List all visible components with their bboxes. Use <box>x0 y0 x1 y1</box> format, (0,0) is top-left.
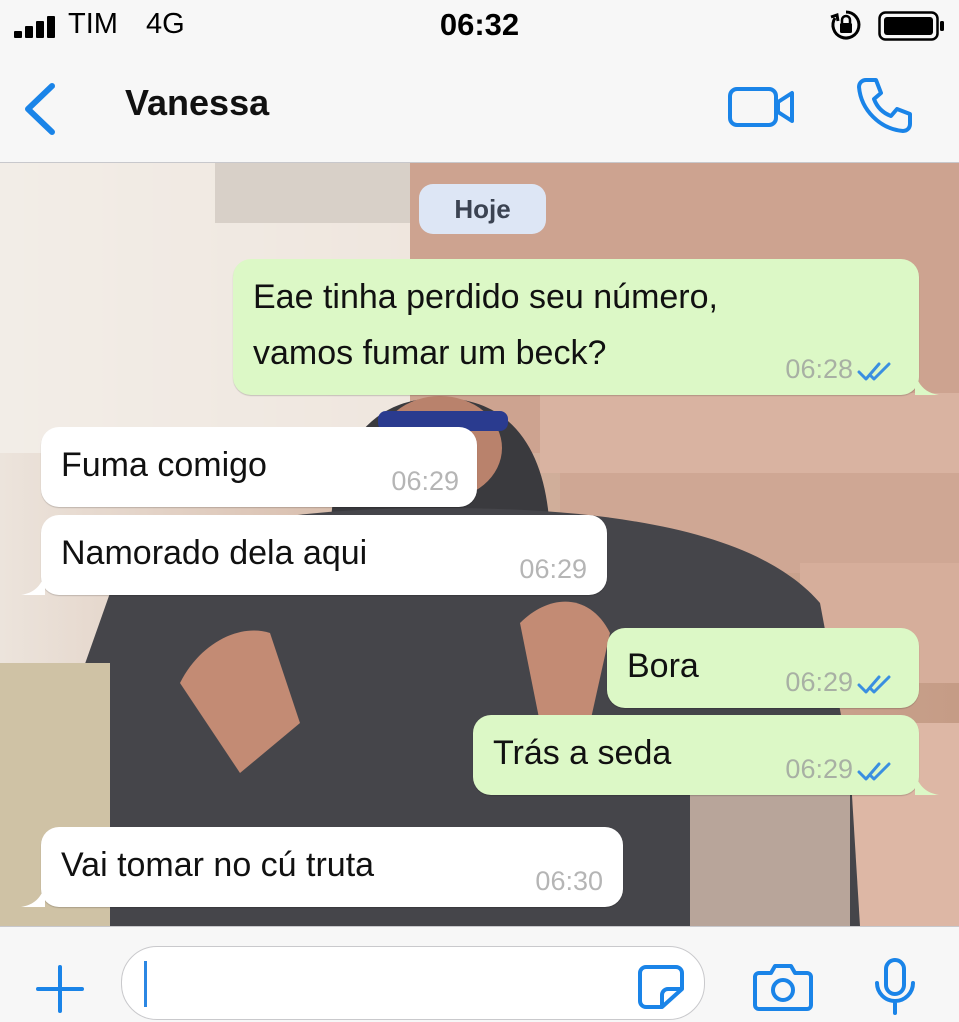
chevron-left-icon[interactable] <box>14 78 64 140</box>
message-time: 06:29 <box>785 667 853 697</box>
bubble-tail <box>915 773 939 795</box>
orientation-lock-icon <box>830 10 861 40</box>
outgoing-message[interactable]: Eae tinha perdido seu número, vamos fuma… <box>233 259 939 395</box>
message-time: 06:29 <box>519 554 587 584</box>
message-input[interactable] <box>121 946 705 1020</box>
message-text: Trás a seda <box>493 734 672 772</box>
microphone-icon[interactable] <box>870 957 920 1017</box>
sticker-icon[interactable] <box>636 963 686 1011</box>
message-line: vamos fumar um beck? <box>253 334 607 372</box>
message-time: 06:30 <box>535 866 603 896</box>
phone-icon[interactable] <box>852 74 916 138</box>
bubble-tail <box>21 573 45 595</box>
contact-name[interactable]: Vanessa <box>125 82 269 124</box>
plus-icon[interactable] <box>34 963 86 1015</box>
incoming-message[interactable]: Vai tomar no cú truta 06:30 <box>21 827 623 907</box>
video-call-icon[interactable] <box>726 84 798 130</box>
date-separator: Hoje <box>419 184 546 234</box>
read-receipt-icon <box>857 675 891 694</box>
chat-header: Vanessa <box>0 50 959 163</box>
message-text: Eae tinha perdido seu número, vamos fuma… <box>253 269 718 381</box>
message-text: Vai tomar no cú truta <box>61 846 375 884</box>
message-meta: 06:29 <box>785 754 895 785</box>
message-time: 06:29 <box>785 754 853 784</box>
message-meta: 06:28 <box>785 354 895 385</box>
bubble-tail <box>21 885 45 907</box>
message-meta: 06:29 <box>785 667 895 698</box>
outgoing-message[interactable]: Trás a seda 06:29 <box>473 715 939 795</box>
bubble-tail <box>915 373 939 395</box>
message-text: Fuma comigo <box>61 446 267 484</box>
status-time: 06:32 <box>439 7 520 42</box>
chat-area[interactable]: Hoje Eae tinha perdido seu número, vamos… <box>0 163 959 926</box>
message-time: 06:29 <box>391 466 459 496</box>
message-text: Bora <box>627 647 699 685</box>
message-time: 06:28 <box>785 354 853 384</box>
outgoing-message[interactable]: Bora 06:29 <box>607 628 919 708</box>
text-cursor <box>144 961 147 1007</box>
status-bar: TIM 4G 06:32 <box>0 0 959 50</box>
read-receipt-icon <box>857 762 891 781</box>
composer-bar <box>0 926 959 1022</box>
message-text: Namorado dela aqui <box>61 534 368 572</box>
incoming-message[interactable]: Fuma comigo 06:29 <box>41 427 477 507</box>
incoming-message[interactable]: Namorado dela aqui 06:29 <box>21 515 607 595</box>
read-receipt-icon <box>857 362 891 381</box>
battery-icon <box>878 11 944 41</box>
message-line: Eae tinha perdido seu número, <box>253 278 718 316</box>
camera-icon[interactable] <box>753 961 813 1011</box>
